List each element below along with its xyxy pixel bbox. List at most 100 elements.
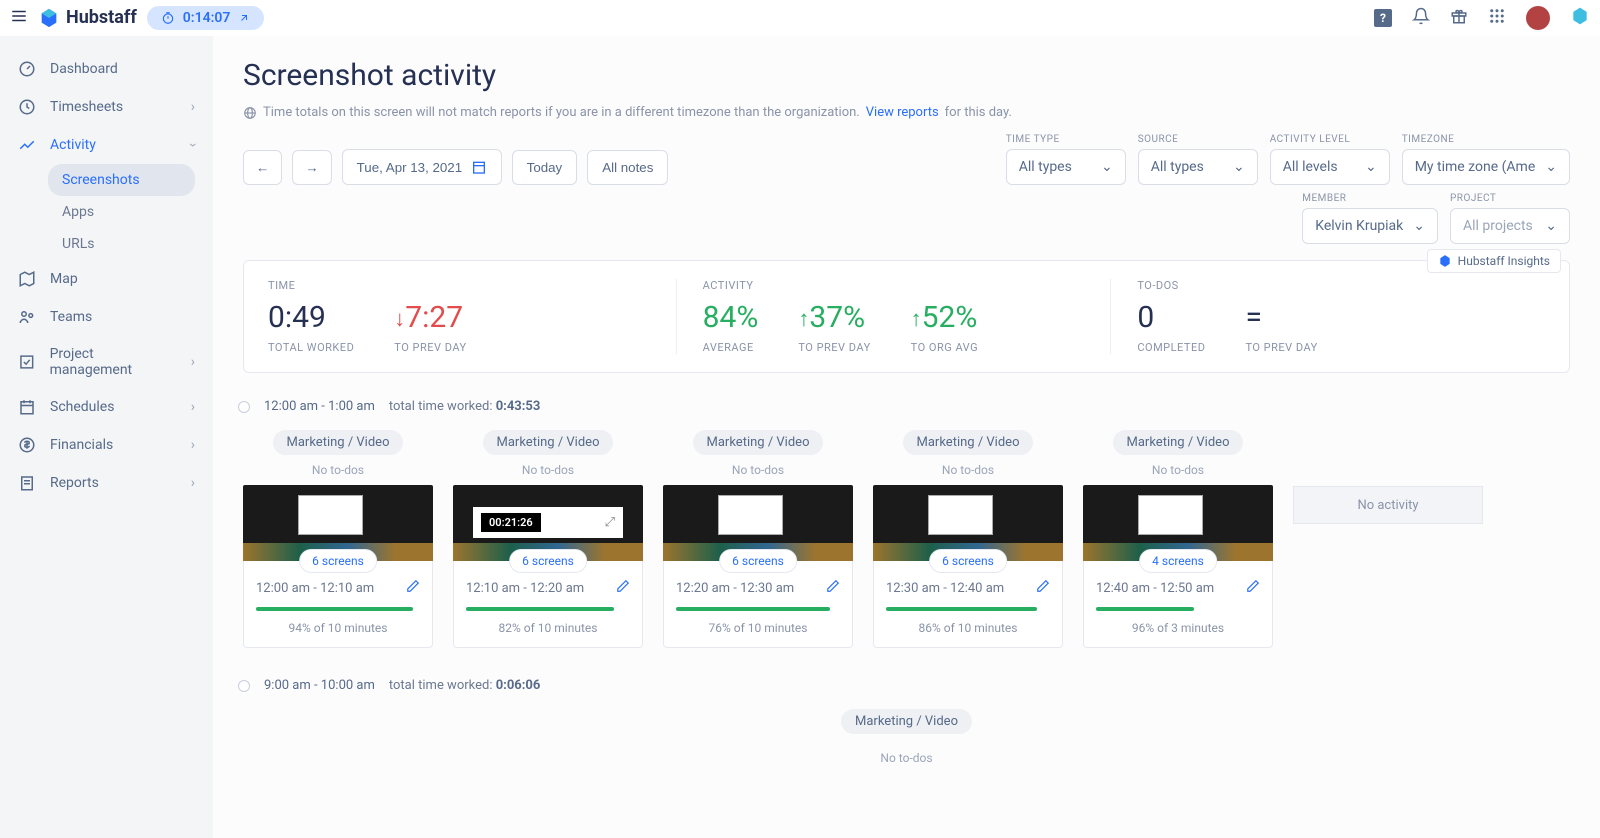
- time-type-select[interactable]: All types⌄: [1006, 149, 1126, 185]
- filter-label: PROJECT: [1450, 193, 1570, 204]
- chevron-down-icon: ›: [185, 143, 201, 147]
- stat-time-prev: ↓7:27: [394, 300, 466, 335]
- edit-icon[interactable]: [826, 579, 840, 597]
- shot-time-range: 12:10 am - 12:20 am: [466, 581, 584, 596]
- apps-grid-icon[interactable]: [1488, 7, 1506, 29]
- chevron-down-icon: ⌄: [1101, 159, 1113, 175]
- filter-label: TIME TYPE: [1006, 134, 1126, 145]
- hubstaff-badge-icon[interactable]: [1570, 6, 1590, 30]
- project-tag[interactable]: Marketing / Video: [1113, 430, 1244, 455]
- project-tag[interactable]: Marketing / Video: [903, 430, 1034, 455]
- filter-label: SOURCE: [1138, 134, 1258, 145]
- brand-text: Hubstaff: [66, 7, 137, 28]
- shot-time-range: 12:00 am - 12:10 am: [256, 581, 374, 596]
- top-bar: Hubstaff 0:14:07 ?: [0, 0, 1600, 36]
- stat-todos-prev: =: [1245, 300, 1317, 335]
- activity-percent-label: 94% of 10 minutes: [256, 621, 420, 635]
- timezone-note: Time totals on this screen will not matc…: [243, 105, 1570, 120]
- sidebar-subitem-urls[interactable]: URLs: [48, 228, 195, 260]
- sidebar-label: Activity: [50, 137, 96, 153]
- filter-label: MEMBER: [1302, 193, 1438, 204]
- insights-badge[interactable]: Hubstaff Insights: [1427, 249, 1561, 273]
- main-content: Screenshot activity Time totals on this …: [213, 36, 1600, 838]
- sidebar-item-teams[interactable]: Teams: [0, 298, 213, 336]
- screenshot-card: Marketing / Video No to-dos 6 screens 12…: [243, 430, 433, 648]
- page-title: Screenshot activity: [243, 58, 1570, 93]
- sidebar-label: Map: [50, 271, 78, 287]
- no-todos-label: No to-dos: [243, 463, 433, 477]
- time-block-header: 9:00 am - 10:00 am total time worked: 0:…: [243, 678, 1570, 693]
- today-button[interactable]: Today: [512, 150, 578, 185]
- calendar-icon: [471, 159, 487, 175]
- timer-widget[interactable]: 0:14:07: [147, 6, 265, 30]
- view-reports-link[interactable]: View reports: [866, 105, 939, 120]
- screens-count-badge[interactable]: 4 screens: [1139, 549, 1217, 573]
- expand-icon: [238, 12, 250, 24]
- avatar[interactable]: [1526, 6, 1550, 30]
- project-select[interactable]: All projects⌄: [1450, 208, 1570, 244]
- timezone-select[interactable]: My time zone (Ame⌄: [1402, 149, 1570, 185]
- activity-progress-bar: [676, 607, 830, 611]
- screenshot-card: Marketing / Video No to-dos 6 screens 12…: [873, 430, 1063, 648]
- sidebar-subitem-apps[interactable]: Apps: [48, 196, 195, 228]
- gift-icon[interactable]: [1450, 7, 1468, 29]
- screenshot-card: Marketing / Video No to-dos 6 screens 12…: [663, 430, 853, 648]
- sidebar-item-activity[interactable]: Activity ›: [0, 126, 213, 164]
- chevron-down-icon: ⌄: [1365, 159, 1377, 175]
- edit-icon[interactable]: [616, 579, 630, 597]
- screens-count-badge[interactable]: 6 screens: [929, 549, 1007, 573]
- sidebar-label: Dashboard: [50, 61, 118, 77]
- all-notes-button[interactable]: All notes: [587, 150, 668, 185]
- shot-time-range: 12:20 am - 12:30 am: [676, 581, 794, 596]
- source-select[interactable]: All types⌄: [1138, 149, 1258, 185]
- menu-icon[interactable]: [10, 7, 28, 29]
- sidebar-label: Teams: [50, 309, 92, 325]
- brand-logo[interactable]: Hubstaff: [38, 7, 137, 29]
- date-picker[interactable]: Tue, Apr 13, 2021: [342, 149, 502, 185]
- sidebar: Dashboard Timesheets › Activity › Screen…: [0, 36, 213, 838]
- time-range: 12:00 am - 1:00 am: [264, 399, 375, 414]
- screenshot-card: Marketing / Video No to-dos 4 screens 12…: [1083, 430, 1273, 648]
- sidebar-label: Reports: [50, 475, 99, 491]
- date-value: Tue, Apr 13, 2021: [357, 160, 462, 175]
- project-tag[interactable]: Marketing / Video: [483, 430, 614, 455]
- stat-header: TIME: [268, 279, 354, 292]
- edit-icon[interactable]: [1036, 579, 1050, 597]
- project-tag[interactable]: Marketing / Video: [273, 430, 404, 455]
- sidebar-item-project-management[interactable]: Project management ›: [0, 336, 213, 388]
- activity-percent-label: 82% of 10 minutes: [466, 621, 630, 635]
- stat-header: ACTIVITY: [703, 279, 759, 292]
- sidebar-item-map[interactable]: Map: [0, 260, 213, 298]
- edit-icon[interactable]: [1246, 579, 1260, 597]
- stat-activity-org: ↑52%: [911, 300, 978, 335]
- chevron-down-icon: ⌄: [1545, 218, 1557, 234]
- activity-level-select[interactable]: All levels⌄: [1270, 149, 1390, 185]
- sidebar-subitem-screenshots[interactable]: Screenshots: [48, 164, 195, 196]
- stat-header: TO-DOS: [1137, 279, 1205, 292]
- shot-time-range: 12:30 am - 12:40 am: [886, 581, 1004, 596]
- no-todos-label: No to-dos: [873, 463, 1063, 477]
- stopwatch-icon: [161, 11, 175, 25]
- sidebar-label: Financials: [50, 437, 113, 453]
- member-select[interactable]: Kelvin Krupiak⌄: [1302, 208, 1438, 244]
- next-day-button[interactable]: →: [292, 150, 331, 185]
- sidebar-item-timesheets[interactable]: Timesheets ›: [0, 88, 213, 126]
- sidebar-item-dashboard[interactable]: Dashboard: [0, 50, 213, 88]
- no-todos-label: No to-dos: [880, 751, 932, 765]
- project-tag[interactable]: Marketing / Video: [693, 430, 824, 455]
- stat-activity-avg: 84%: [703, 300, 759, 335]
- prev-day-button[interactable]: ←: [243, 150, 282, 185]
- screens-count-badge[interactable]: 6 screens: [509, 549, 587, 573]
- sidebar-item-schedules[interactable]: Schedules ›: [0, 388, 213, 426]
- edit-icon[interactable]: [406, 579, 420, 597]
- project-tag[interactable]: Marketing / Video: [841, 709, 972, 734]
- sidebar-item-reports[interactable]: Reports ›: [0, 464, 213, 502]
- no-activity-card: No activity: [1293, 486, 1483, 524]
- sidebar-label: Schedules: [50, 399, 114, 415]
- screens-count-badge[interactable]: 6 screens: [299, 549, 377, 573]
- screens-count-badge[interactable]: 6 screens: [719, 549, 797, 573]
- bell-icon[interactable]: [1412, 7, 1430, 29]
- help-icon[interactable]: ?: [1374, 9, 1392, 27]
- activity-percent-label: 76% of 10 minutes: [676, 621, 840, 635]
- sidebar-item-financials[interactable]: Financials ›: [0, 426, 213, 464]
